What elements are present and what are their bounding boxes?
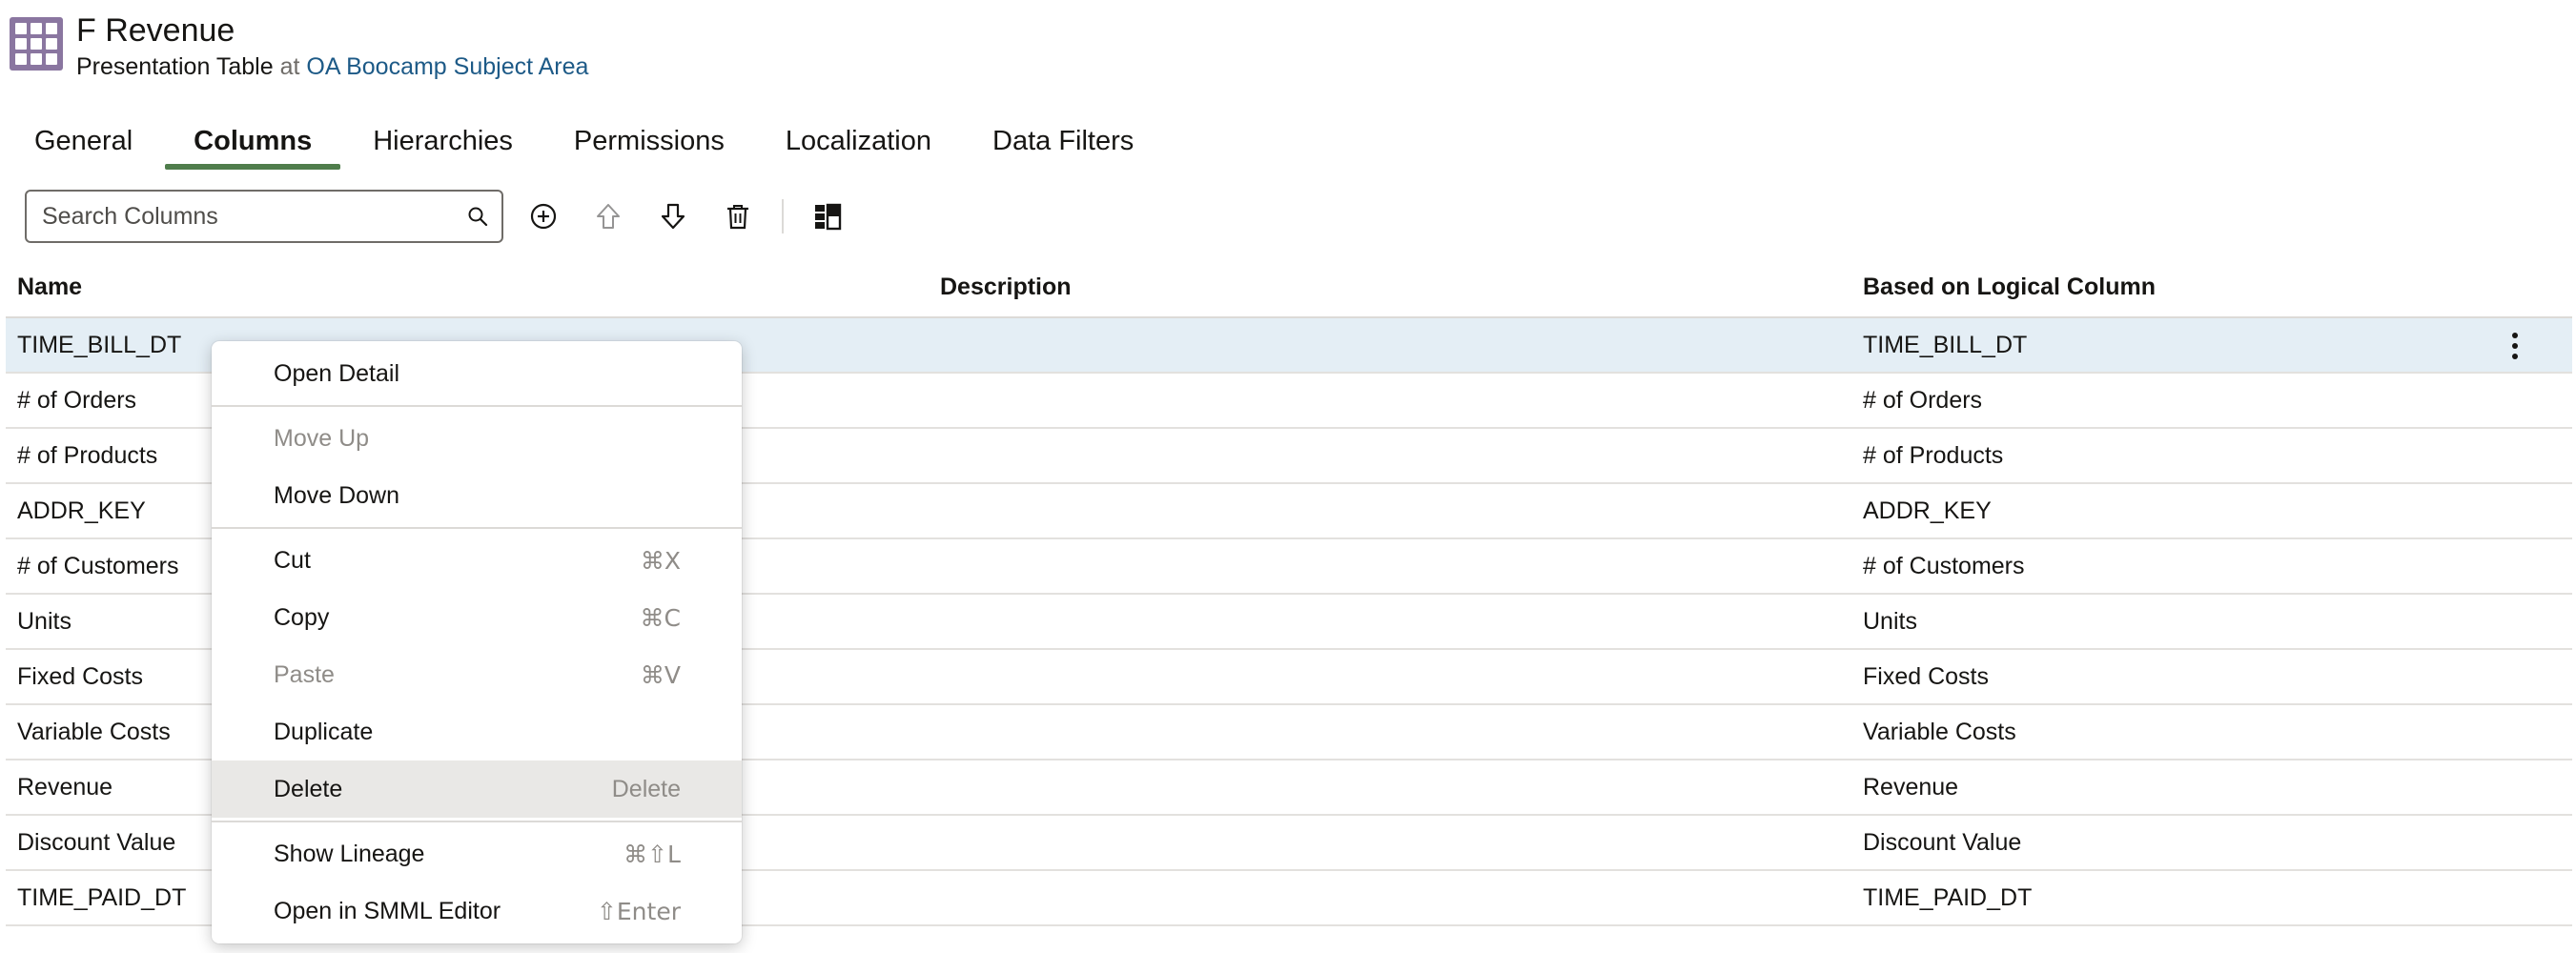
move-up-icon — [597, 204, 620, 229]
menu-divider — [212, 405, 742, 407]
page-title: F Revenue — [76, 12, 235, 49]
cell-logical-column: ADDR_KEY — [1863, 497, 1992, 524]
cell-logical-column: TIME_BILL_DT — [1863, 331, 2028, 358]
page-header: F Revenue Presentation Table at OA Booca… — [10, 11, 588, 88]
menu-copy[interactable]: Copy ⌘C — [212, 589, 742, 646]
cell-logical-column: Discount Value — [1863, 828, 2022, 856]
move-up-button[interactable] — [583, 192, 633, 241]
cell-logical-column: # of Customers — [1863, 552, 2025, 579]
menu-divider — [212, 821, 742, 822]
cell-logical-column: # of Orders — [1863, 386, 1983, 414]
menu-open-detail-label: Open Detail — [274, 359, 400, 387]
tab-bar: General Columns Hierarchies Permissions … — [0, 114, 1166, 172]
tab-hierarchies[interactable]: Hierarchies — [344, 114, 542, 170]
row-actions-icon[interactable] — [2498, 328, 2532, 364]
page-subtitle: Presentation Table at OA Boocamp Subject… — [76, 51, 588, 82]
columns-toolbar — [25, 190, 852, 243]
subtitle-type: Presentation Table — [76, 53, 274, 80]
menu-cut-label: Cut — [274, 546, 311, 574]
menu-paste[interactable]: Paste ⌘V — [212, 646, 742, 703]
cell-logical-column: TIME_PAID_DT — [1863, 883, 2033, 911]
tab-permissions[interactable]: Permissions — [545, 114, 753, 170]
menu-divider — [212, 527, 742, 529]
menu-show-lineage-label: Show Lineage — [274, 840, 425, 867]
menu-open-smml-shortcut: ⇧Enter — [596, 897, 681, 925]
cell-logical-column: Variable Costs — [1863, 718, 2016, 745]
menu-move-up-label: Move Up — [274, 424, 370, 452]
menu-delete-label: Delete — [274, 775, 343, 802]
search-box — [25, 190, 503, 243]
menu-open-smml-editor[interactable]: Open in SMML Editor ⇧Enter — [212, 882, 742, 940]
search-columns-input[interactable] — [42, 202, 465, 231]
title-block: F Revenue Presentation Table at OA Booca… — [76, 11, 588, 82]
cell-logical-column: Fixed Costs — [1863, 662, 1989, 690]
menu-move-up[interactable]: Move Up — [212, 410, 742, 467]
subject-area-link[interactable]: OA Boocamp Subject Area — [306, 53, 588, 80]
menu-copy-shortcut: ⌘C — [640, 603, 681, 632]
menu-move-down-label: Move Down — [274, 481, 399, 509]
table-header: Name Description Based on Logical Column — [6, 257, 2572, 318]
tab-data-filters[interactable]: Data Filters — [964, 114, 1162, 170]
menu-duplicate[interactable]: Duplicate — [212, 703, 742, 760]
toolbar-divider — [782, 199, 784, 233]
menu-cut[interactable]: Cut ⌘X — [212, 532, 742, 589]
menu-open-detail[interactable]: Open Detail — [212, 345, 742, 402]
menu-duplicate-label: Duplicate — [274, 718, 374, 745]
add-column-button[interactable] — [519, 192, 568, 241]
header-description[interactable]: Description — [929, 274, 1851, 301]
tab-general[interactable]: General — [0, 114, 161, 170]
move-down-icon — [661, 203, 685, 230]
column-layout-icon — [815, 203, 842, 231]
subtitle-at: at — [279, 53, 300, 80]
delete-column-button[interactable] — [713, 192, 763, 241]
menu-delete-shortcut: Delete — [611, 775, 681, 802]
context-menu: Open Detail Move Up Move Down Cut ⌘X Cop… — [212, 341, 742, 943]
menu-show-lineage-shortcut: ⌘⇧L — [624, 840, 681, 868]
header-logical-column[interactable]: Based on Logical Column — [1851, 274, 2572, 301]
delete-icon — [727, 205, 748, 230]
menu-show-lineage[interactable]: Show Lineage ⌘⇧L — [212, 825, 742, 882]
cell-logical-column: Units — [1863, 607, 1917, 635]
add-icon — [530, 203, 557, 230]
menu-copy-label: Copy — [274, 603, 330, 631]
cell-logical-column: Revenue — [1863, 773, 1959, 801]
cell-logical-column: # of Products — [1863, 441, 2004, 469]
menu-open-smml-label: Open in SMML Editor — [274, 897, 501, 924]
menu-paste-label: Paste — [274, 660, 335, 688]
search-icon[interactable] — [465, 204, 490, 229]
menu-delete[interactable]: Delete Delete — [212, 760, 742, 818]
menu-move-down[interactable]: Move Down — [212, 467, 742, 524]
header-name[interactable]: Name — [6, 274, 929, 301]
tab-localization[interactable]: Localization — [757, 114, 960, 170]
tab-columns[interactable]: Columns — [165, 114, 341, 170]
menu-cut-shortcut: ⌘X — [640, 546, 681, 575]
menu-paste-shortcut: ⌘V — [640, 660, 681, 689]
column-layout-button[interactable] — [803, 192, 852, 241]
move-down-button[interactable] — [648, 192, 698, 241]
grid-table-icon — [10, 17, 63, 71]
